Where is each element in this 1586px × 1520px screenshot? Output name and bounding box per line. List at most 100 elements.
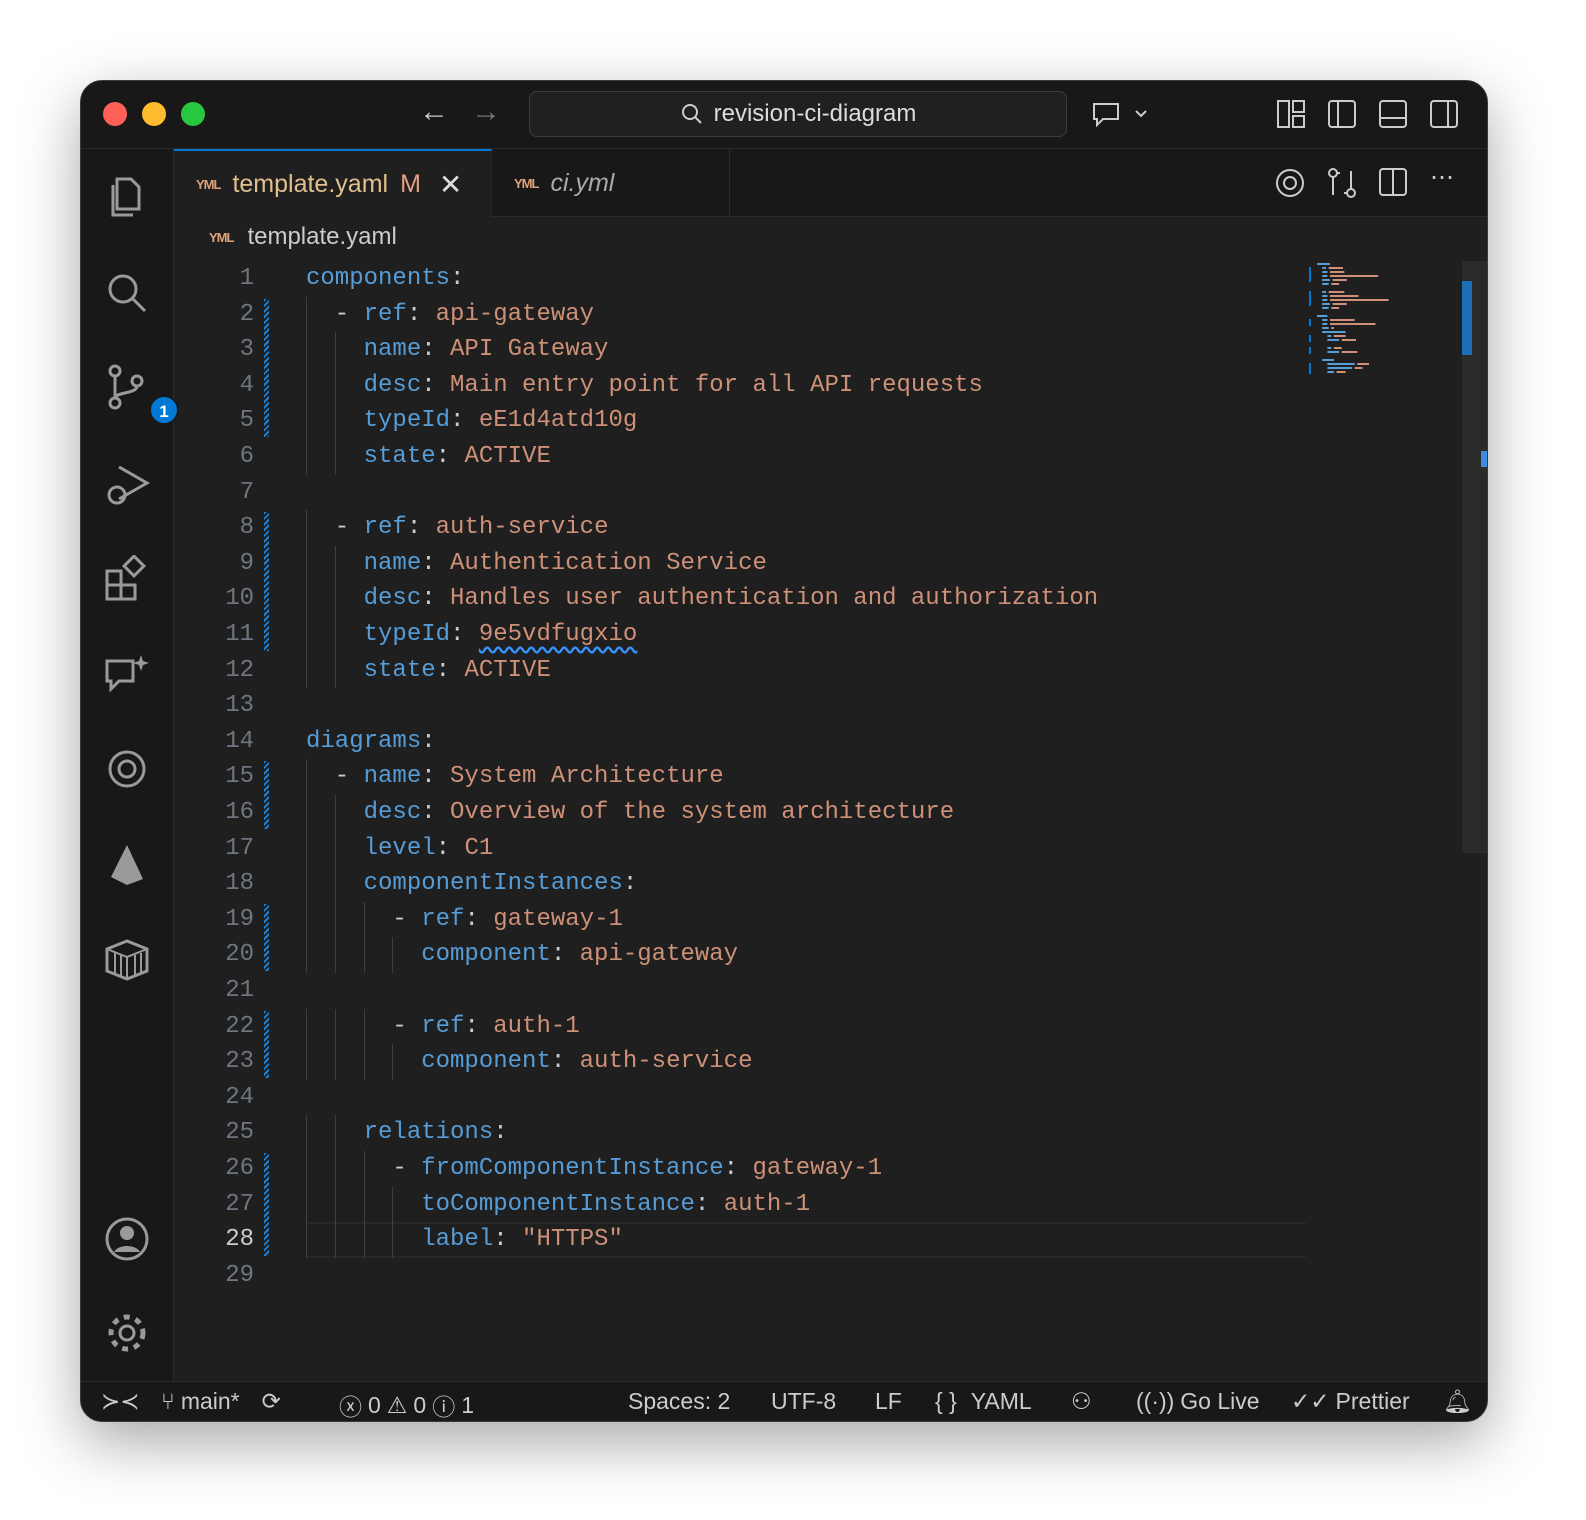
- chat-sparkle-icon[interactable]: [103, 651, 151, 699]
- code-line[interactable]: 2 - ref: api-gateway: [174, 297, 1374, 333]
- compare-changes-icon[interactable]: [1326, 167, 1356, 198]
- yaml-value: Authentication Service: [450, 549, 767, 577]
- code-line[interactable]: 8 - ref: auth-service: [174, 510, 1374, 546]
- code-line[interactable]: 11 typeId: 9e5vdfugxio: [174, 617, 1374, 653]
- yaml-value: api-gateway: [435, 300, 595, 328]
- indent: -: [306, 763, 364, 791]
- toggle-secondary-sidebar-icon[interactable]: [1429, 99, 1459, 129]
- yaml-key: name: [363, 336, 422, 364]
- code-line[interactable]: 18 componentInstances:: [174, 866, 1374, 902]
- language-selector[interactable]: { } YAML: [935, 1388, 1032, 1415]
- search-icon[interactable]: [103, 269, 151, 317]
- breadcrumb-file[interactable]: template.yaml: [247, 223, 396, 251]
- code-line[interactable]: 4 desc: Main entry point for all API req…: [174, 368, 1374, 404]
- source-control-icon[interactable]: 1: [103, 363, 179, 425]
- yaml-key: state: [363, 656, 436, 684]
- minimap-token: [1336, 371, 1346, 373]
- toggle-primary-sidebar-icon[interactable]: [1327, 99, 1357, 129]
- indent-guide: [363, 1222, 365, 1258]
- vertical-scrollbar[interactable]: [1462, 261, 1487, 853]
- code-line[interactable]: 12 state: ACTIVE: [174, 653, 1374, 689]
- problems-indicator[interactable]: ⓧ 0 ⚠ 0 ⓘ 1: [339, 1388, 474, 1421]
- code-line[interactable]: 1 components:: [174, 261, 1374, 297]
- indentation-selector[interactable]: Spaces: 2: [628, 1388, 730, 1415]
- eol-selector[interactable]: LF: [875, 1388, 902, 1415]
- code-text: typeId: 9e5vdfugxio: [306, 617, 638, 653]
- more-actions-icon[interactable]: ⋯: [1430, 163, 1460, 193]
- code-line[interactable]: 15 - name: System Architecture: [174, 759, 1374, 795]
- code-line[interactable]: 21: [174, 973, 1374, 1009]
- minimap[interactable]: [1309, 261, 1464, 381]
- account-icon[interactable]: [103, 1215, 151, 1263]
- indent-guide: [306, 759, 307, 795]
- prisma-icon[interactable]: [103, 841, 151, 889]
- run-debug-icon[interactable]: [103, 461, 151, 509]
- split-editor-icon[interactable]: [1378, 167, 1408, 197]
- code-line[interactable]: 23 component: auth-service: [174, 1044, 1374, 1080]
- git-change-marker[interactable]: [264, 1010, 269, 1078]
- git-change-marker[interactable]: [264, 1153, 269, 1256]
- git-change-marker[interactable]: [264, 298, 269, 437]
- copilot-icon[interactable]: ⚇: [1071, 1388, 1092, 1415]
- customize-layout-icon[interactable]: [1276, 99, 1306, 129]
- code-line[interactable]: 26 - fromComponentInstance: gateway-1: [174, 1151, 1374, 1187]
- code-line[interactable]: 22 - ref: auth-1: [174, 1009, 1374, 1045]
- close-window-button[interactable]: [103, 102, 127, 126]
- code-line[interactable]: 9 name: Authentication Service: [174, 546, 1374, 582]
- code-line[interactable]: 25 relations:: [174, 1115, 1374, 1151]
- code-line[interactable]: 17 level: C1: [174, 831, 1374, 867]
- minimize-window-button[interactable]: [142, 102, 166, 126]
- maximize-window-button[interactable]: [181, 102, 205, 126]
- code-line[interactable]: 28 label: "HTTPS": [174, 1222, 1374, 1258]
- code-text: - fromComponentInstance: gateway-1: [306, 1155, 883, 1182]
- code-line[interactable]: 14 diagrams:: [174, 724, 1374, 760]
- close-tab-icon[interactable]: ✕: [439, 168, 462, 201]
- code-line[interactable]: 20 component: api-gateway: [174, 937, 1374, 973]
- yaml-key: name: [363, 763, 422, 791]
- git-change-marker[interactable]: [264, 512, 269, 651]
- remote-icon[interactable]: ≻≺: [101, 1388, 140, 1415]
- code-line[interactable]: 10 desc: Handles user authentication and…: [174, 581, 1374, 617]
- git-change-marker[interactable]: [264, 903, 269, 971]
- encoding-selector[interactable]: UTF-8: [771, 1388, 836, 1415]
- go-live-button[interactable]: ((·)) Go Live: [1136, 1388, 1260, 1415]
- branch-indicator[interactable]: ⑂ main* ⟳: [161, 1388, 281, 1415]
- code-line[interactable]: 16 desc: Overview of the system architec…: [174, 795, 1374, 831]
- extensions-icon[interactable]: [103, 555, 151, 603]
- yaml-key: state: [363, 443, 436, 470]
- yaml-value: auth-service: [435, 514, 609, 542]
- indent-guide: [334, 403, 336, 439]
- notifications-bell-icon[interactable]: 🔔︎: [1443, 1388, 1472, 1415]
- openai-chat-icon[interactable]: [1274, 167, 1304, 197]
- prettier-button[interactable]: ✓✓ Prettier: [1291, 1388, 1410, 1415]
- copilot-chat-icon[interactable]: [1091, 99, 1151, 129]
- forward-arrow-icon[interactable]: →: [471, 95, 501, 129]
- line-number: 22: [225, 1012, 254, 1040]
- code-line[interactable]: 3 name: API Gateway: [174, 332, 1374, 368]
- code-line[interactable]: 27 toComponentInstance: auth-1: [174, 1187, 1374, 1223]
- code-line[interactable]: 24: [174, 1080, 1374, 1116]
- command-center-search[interactable]: revision-ci-diagram: [529, 91, 1067, 137]
- toggle-panel-icon[interactable]: [1378, 99, 1408, 129]
- git-change-marker[interactable]: [264, 761, 269, 829]
- indent-guide: [334, 866, 336, 902]
- tab-ci-yml[interactable]: YML ci.yml: [492, 149, 730, 217]
- explorer-files-icon[interactable]: [103, 173, 151, 221]
- sync-icon[interactable]: ⟳: [262, 1388, 281, 1415]
- code-line[interactable]: 13: [174, 688, 1374, 724]
- yaml-key: level: [363, 834, 436, 862]
- container-box-icon[interactable]: [103, 935, 151, 983]
- line-number: 7: [239, 478, 254, 506]
- code-line[interactable]: 19 - ref: gateway-1: [174, 902, 1374, 938]
- settings-gear-icon[interactable]: [103, 1309, 151, 1357]
- minimap-token: [1332, 279, 1347, 281]
- code-line[interactable]: 7: [174, 475, 1374, 511]
- tab-template-yaml[interactable]: YML template.yaml M ✕: [174, 149, 492, 218]
- code-line[interactable]: 29: [174, 1258, 1374, 1294]
- openai-icon[interactable]: [103, 745, 151, 793]
- back-arrow-icon[interactable]: ←: [419, 95, 449, 129]
- minimap-token: [1322, 271, 1328, 273]
- yaml-value: Handles user authentication and authoriz…: [450, 585, 1099, 613]
- code-line[interactable]: 6 state: ACTIVE: [174, 439, 1374, 475]
- code-line[interactable]: 5 typeId: eE1d4atd10g: [174, 403, 1374, 439]
